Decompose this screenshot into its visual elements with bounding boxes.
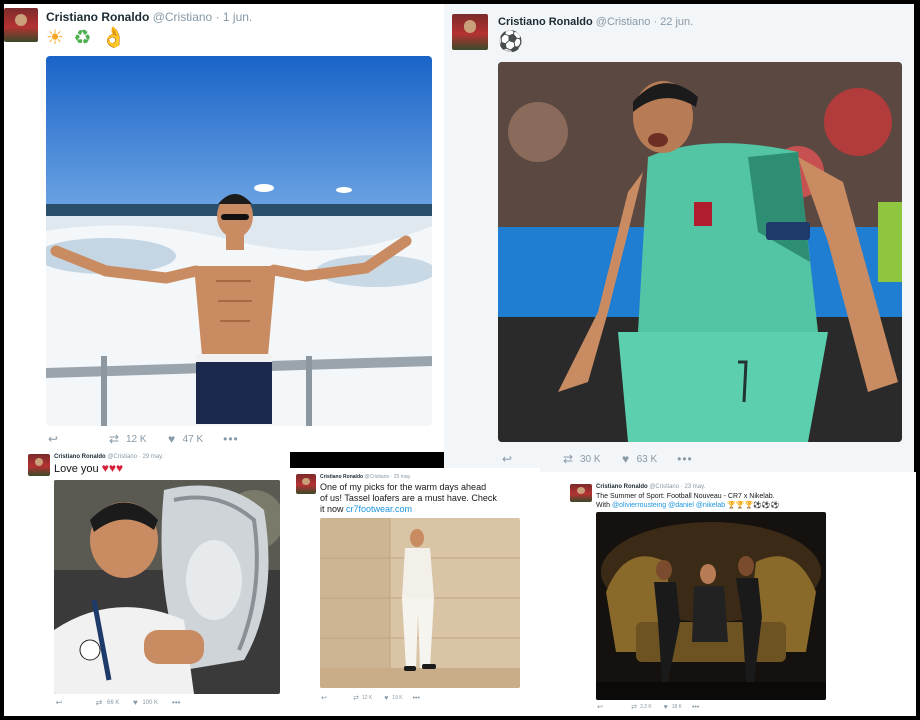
tweet-text: ⚽ xyxy=(498,30,523,54)
reply-arrow-icon[interactable]: ↩ xyxy=(54,698,64,707)
retweet-icon[interactable]: ⇄ xyxy=(94,698,104,707)
screenshot-collage: Cristiano Ronaldo @Cristiano · 1 jun. ☀ … xyxy=(0,0,920,720)
tweet-actions: ↩ ⇄ 30 K ♥ 63 K ••• xyxy=(500,452,693,466)
tweet-card-1: Cristiano Ronaldo @Cristiano · 1 jun. ☀ … xyxy=(4,4,444,452)
celebration-image xyxy=(498,62,902,442)
like-count: 63 K xyxy=(636,453,658,465)
recycle-icon: ♻ xyxy=(73,27,92,49)
retweet-count: 12 K xyxy=(126,433,147,445)
author-line: Cristiano Ronaldo @Cristiano · 22 jun. xyxy=(498,16,694,28)
like-count: 100 K xyxy=(142,699,159,706)
retweet-icon[interactable]: ⇄ xyxy=(560,452,576,466)
soccer-ball-icon: ⚽ xyxy=(498,31,523,53)
retweet-count: 66 K xyxy=(107,699,120,706)
author-name[interactable]: Cristiano Ronaldo xyxy=(46,10,149,24)
hearts-icon: ♥♥♥ xyxy=(101,461,124,475)
tweet-photo[interactable] xyxy=(54,480,280,694)
avatar[interactable] xyxy=(28,454,50,476)
heart-icon[interactable]: ♥ xyxy=(165,432,179,446)
tweet-photo[interactable] xyxy=(320,518,520,688)
tweet-line-2: With @olivierrousteing @daniel @nikelab … xyxy=(596,502,780,509)
like-count: 18 K xyxy=(671,704,682,710)
author-name[interactable]: Cristiano Ronaldo xyxy=(54,454,106,460)
reply-arrow-icon[interactable]: ↩ xyxy=(500,452,514,466)
retweet-count: 12 K xyxy=(362,695,373,701)
retweet-icon[interactable]: ⇄ xyxy=(352,694,360,702)
tweet-date[interactable]: 29 may. xyxy=(142,454,163,460)
avatar[interactable] xyxy=(296,474,316,494)
tweet-actions: ↩ ⇄ 66 K ♥ 100 K ••• xyxy=(54,698,181,707)
author-handle[interactable]: @Cristiano xyxy=(649,484,679,490)
heart-icon[interactable]: ♥ xyxy=(619,452,633,466)
tweet-text: One of my picks for the warm days ahead … xyxy=(320,482,497,515)
heart-icon[interactable]: ♥ xyxy=(131,698,139,707)
tweet-text: ☀ ♻ 👌 xyxy=(46,26,130,50)
trophy-kiss-image xyxy=(54,480,280,694)
more-dots-icon[interactable]: ••• xyxy=(172,698,180,707)
author-handle[interactable]: @Cristiano xyxy=(153,10,213,24)
author-name[interactable]: Cristiano Ronaldo xyxy=(320,474,363,480)
tweet-body: Love you xyxy=(54,463,99,475)
tweet-photo[interactable] xyxy=(46,56,432,426)
author-name[interactable]: Cristiano Ronaldo xyxy=(596,484,648,490)
heart-icon[interactable]: ♥ xyxy=(662,704,670,711)
tweet-date[interactable]: 23 may. xyxy=(684,484,705,490)
tweet-link[interactable]: cr7footwear.com xyxy=(346,504,412,514)
tweet-card-2: Cristiano Ronaldo @Cristiano · 22 jun. ⚽ xyxy=(444,4,914,472)
tweet-text: The Summer of Sport: Football Nouveau - … xyxy=(596,492,779,510)
tweet-mentions[interactable]: @olivierrousteing @daniel @nikelab xyxy=(612,502,725,509)
reply-arrow-icon[interactable]: ↩ xyxy=(320,694,328,702)
tweet-actions: ↩ ⇄ 3,3 K ♥ 18 K ••• xyxy=(596,703,699,712)
author-line: Cristiano Ronaldo @Cristiano · 1 jun. xyxy=(46,10,253,24)
tweet-date[interactable]: 1 jun. xyxy=(223,10,252,24)
ok-hand-icon: 👌 xyxy=(101,27,126,49)
author-line: Cristiano Ronaldo @Cristiano · 25 may. xyxy=(320,474,412,480)
avatar[interactable] xyxy=(570,484,592,502)
avatar[interactable] xyxy=(452,14,488,50)
tweet-actions: ↩ ⇄ 12 K ♥ 19 K ••• xyxy=(320,694,420,703)
retweet-icon[interactable]: ⇄ xyxy=(630,703,638,711)
loafers-fashion-image xyxy=(320,518,520,688)
tweet-card-4: Cristiano Ronaldo @Cristiano · 25 may. O… xyxy=(290,468,540,716)
tweet-date[interactable]: 22 jun. xyxy=(660,16,693,28)
retweet-count: 3,3 K xyxy=(640,704,652,710)
author-handle[interactable]: @Cristiano xyxy=(107,454,137,460)
tweet-actions: ↩ ⇄ 12 K ♥ 47 K ••• xyxy=(46,432,239,446)
nikelab-campaign-image xyxy=(596,512,826,700)
tweet-photo[interactable] xyxy=(498,62,902,442)
tweet-text: Love you ♥♥♥ xyxy=(54,461,123,476)
avatar[interactable] xyxy=(4,8,38,42)
tweet-card-5: Cristiano Ronaldo @Cristiano · 23 may. T… xyxy=(540,472,916,716)
retweet-count: 30 K xyxy=(580,453,601,465)
retweet-icon[interactable]: ⇄ xyxy=(106,432,122,446)
tweet-line-1: The Summer of Sport: Football Nouveau - … xyxy=(596,493,775,500)
heart-icon[interactable]: ♥ xyxy=(382,695,390,702)
trophy-icon: 🏆🏆🏆⚽⚽⚽ xyxy=(727,502,780,509)
more-dots-icon[interactable]: ••• xyxy=(413,695,420,702)
author-name[interactable]: Cristiano Ronaldo xyxy=(498,16,593,28)
tweet-line-2: of us! Tassel loafers are a must have. C… xyxy=(320,493,497,503)
tweet-line-1: One of my picks for the warm days ahead xyxy=(320,482,487,492)
author-handle[interactable]: @Cristiano xyxy=(596,16,651,28)
author-line: Cristiano Ronaldo @Cristiano · 23 may. xyxy=(596,484,706,490)
reply-arrow-icon[interactable]: ↩ xyxy=(46,432,60,446)
like-count: 19 K xyxy=(392,695,403,701)
author-line: Cristiano Ronaldo @Cristiano · 29 may. xyxy=(54,454,164,460)
more-dots-icon[interactable]: ••• xyxy=(677,452,693,466)
reply-arrow-icon[interactable]: ↩ xyxy=(596,703,604,711)
tweet-date[interactable]: 25 may. xyxy=(394,474,411,480)
author-handle[interactable]: @Cristiano xyxy=(364,474,389,480)
more-dots-icon[interactable]: ••• xyxy=(223,432,239,446)
boat-sea-image xyxy=(46,56,432,426)
like-count: 47 K xyxy=(182,433,204,445)
tweet-photo[interactable] xyxy=(596,512,826,700)
more-dots-icon[interactable]: ••• xyxy=(692,704,699,711)
tweet-line-3: it now cr7footwear.com xyxy=(320,504,413,514)
tweet-card-3: Cristiano Ronaldo @Cristiano · 29 may. L… xyxy=(4,452,290,716)
sun-icon: ☀ xyxy=(46,27,64,49)
